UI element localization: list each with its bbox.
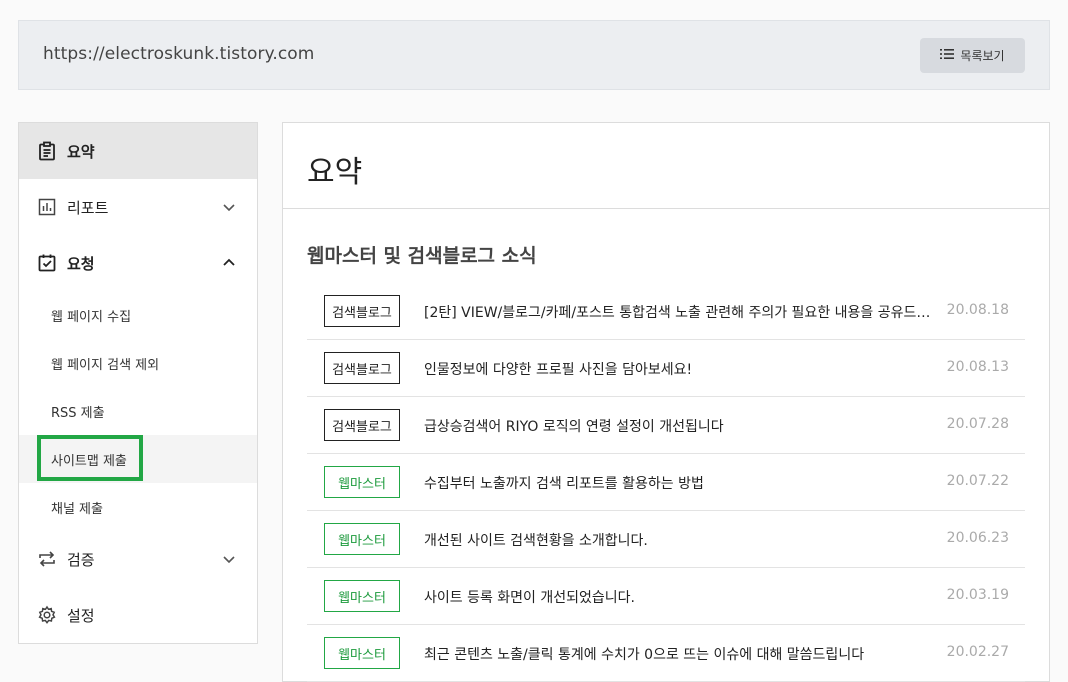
news-title[interactable]: 급상승검색어 RIYO 로직의 연령 설정이 개선됩니다 (424, 416, 932, 436)
sidebar-subitem-web-page-exclude[interactable]: 웹 페이지 검색 제외 (19, 339, 257, 387)
news-date: 20.07.22 (946, 473, 1009, 489)
news-title[interactable]: 수집부터 노출까지 검색 리포트를 활용하는 방법 (424, 473, 932, 493)
category-badge: 검색블로그 (324, 409, 400, 441)
sidebar-subitem-label: 채널 제출 (51, 501, 103, 517)
sidebar-item-label: 설정 (67, 606, 95, 625)
news-row[interactable]: 웹마스터 수집부터 노출까지 검색 리포트를 활용하는 방법 20.07.22 (307, 454, 1025, 511)
list-view-button[interactable]: 목록보기 (920, 38, 1025, 73)
news-date: 20.06.23 (946, 530, 1009, 546)
news-date: 20.07.28 (946, 416, 1009, 432)
sidebar-item-report[interactable]: 리포트 (19, 179, 257, 235)
news-title[interactable]: 개선된 사이트 검색현황을 소개합니다. (424, 530, 932, 550)
sidebar-subitem-label: RSS 제출 (51, 405, 105, 421)
chevron-up-icon (221, 255, 237, 271)
sidebar-item-label: 요청 (67, 254, 95, 273)
site-url: https://electroskunk.tistory.com (43, 44, 315, 64)
category-badge: 웹마스터 (324, 637, 400, 669)
sidebar-subitem-sitemap-submit[interactable]: 사이트맵 제출 (19, 435, 257, 483)
sidebar-item-label: 요약 (67, 142, 95, 161)
divider (283, 208, 1049, 209)
category-badge: 웹마스터 (324, 466, 400, 498)
sidebar-item-verify[interactable]: 검증 (19, 531, 257, 587)
sidebar-subitem-web-page-collect[interactable]: 웹 페이지 수집 (19, 291, 257, 339)
sidebar-item-summary[interactable]: 요약 (19, 123, 257, 179)
chevron-down-icon (221, 551, 237, 567)
list-view-label: 목록보기 (960, 49, 1005, 63)
sidebar-item-label: 리포트 (67, 198, 109, 217)
news-title[interactable]: [2탄] VIEW/블로그/카페/포스트 통합검색 노출 관련해 주의가 필요한… (424, 302, 932, 322)
swap-arrows-icon (37, 549, 57, 569)
gear-icon (37, 605, 57, 625)
news-title[interactable]: 인물정보에 다양한 프로필 사진을 담아보세요! (424, 359, 932, 379)
bar-chart-icon (37, 197, 57, 217)
news-row[interactable]: 웹마스터 개선된 사이트 검색현황을 소개합니다. 20.06.23 (307, 511, 1025, 568)
chevron-down-icon (221, 199, 237, 215)
page-title: 요약 (307, 155, 363, 190)
main-panel: 요약 웹마스터 및 검색블로그 소식 검색블로그 [2탄] VIEW/블로그/카… (282, 122, 1050, 682)
clipboard-icon (37, 141, 57, 161)
news-date: 20.08.18 (946, 302, 1009, 318)
news-title[interactable]: 최근 콘텐츠 노출/클릭 통계에 수치가 0으로 뜨는 이슈에 대해 말씀드립니… (424, 644, 932, 664)
sidebar-item-settings[interactable]: 설정 (19, 587, 257, 643)
news-row[interactable]: 웹마스터 최근 콘텐츠 노출/클릭 통계에 수치가 0으로 뜨는 이슈에 대해 … (307, 625, 1025, 682)
sidebar-subitem-label: 사이트맵 제출 (51, 453, 127, 469)
list-icon (940, 47, 955, 64)
site-header: https://electroskunk.tistory.com 목록보기 (18, 20, 1050, 90)
news-date: 20.03.19 (946, 587, 1009, 603)
news-date: 20.02.27 (946, 644, 1009, 660)
sidebar-subitem-channel-submit[interactable]: 채널 제출 (19, 483, 257, 531)
news-row[interactable]: 검색블로그 인물정보에 다양한 프로필 사진을 담아보세요! 20.08.13 (307, 340, 1025, 397)
sidebar-subitem-label: 웹 페이지 검색 제외 (51, 357, 160, 373)
category-badge: 웹마스터 (324, 580, 400, 612)
sidebar: 요약 리포트 요청 웹 페이지 수집 웹 페이지 검색 제외 RSS 제출 사이… (18, 122, 258, 644)
sidebar-item-label: 검증 (67, 550, 95, 569)
sidebar-subitem-label: 웹 페이지 수집 (51, 309, 132, 325)
category-badge: 검색블로그 (324, 352, 400, 384)
category-badge: 웹마스터 (324, 523, 400, 555)
sidebar-subitem-rss-submit[interactable]: RSS 제출 (19, 387, 257, 435)
news-title[interactable]: 사이트 등록 화면이 개선되었습니다. (424, 587, 932, 607)
sidebar-item-request[interactable]: 요청 (19, 235, 257, 291)
category-badge: 검색블로그 (324, 295, 400, 327)
section-title: 웹마스터 및 검색블로그 소식 (307, 245, 537, 267)
checklist-icon (37, 253, 57, 273)
news-list: 검색블로그 [2탄] VIEW/블로그/카페/포스트 통합검색 노출 관련해 주… (307, 283, 1025, 682)
news-row[interactable]: 검색블로그 급상승검색어 RIYO 로직의 연령 설정이 개선됩니다 20.07… (307, 397, 1025, 454)
news-row[interactable]: 검색블로그 [2탄] VIEW/블로그/카페/포스트 통합검색 노출 관련해 주… (307, 283, 1025, 340)
news-row[interactable]: 웹마스터 사이트 등록 화면이 개선되었습니다. 20.03.19 (307, 568, 1025, 625)
news-date: 20.08.13 (946, 359, 1009, 375)
